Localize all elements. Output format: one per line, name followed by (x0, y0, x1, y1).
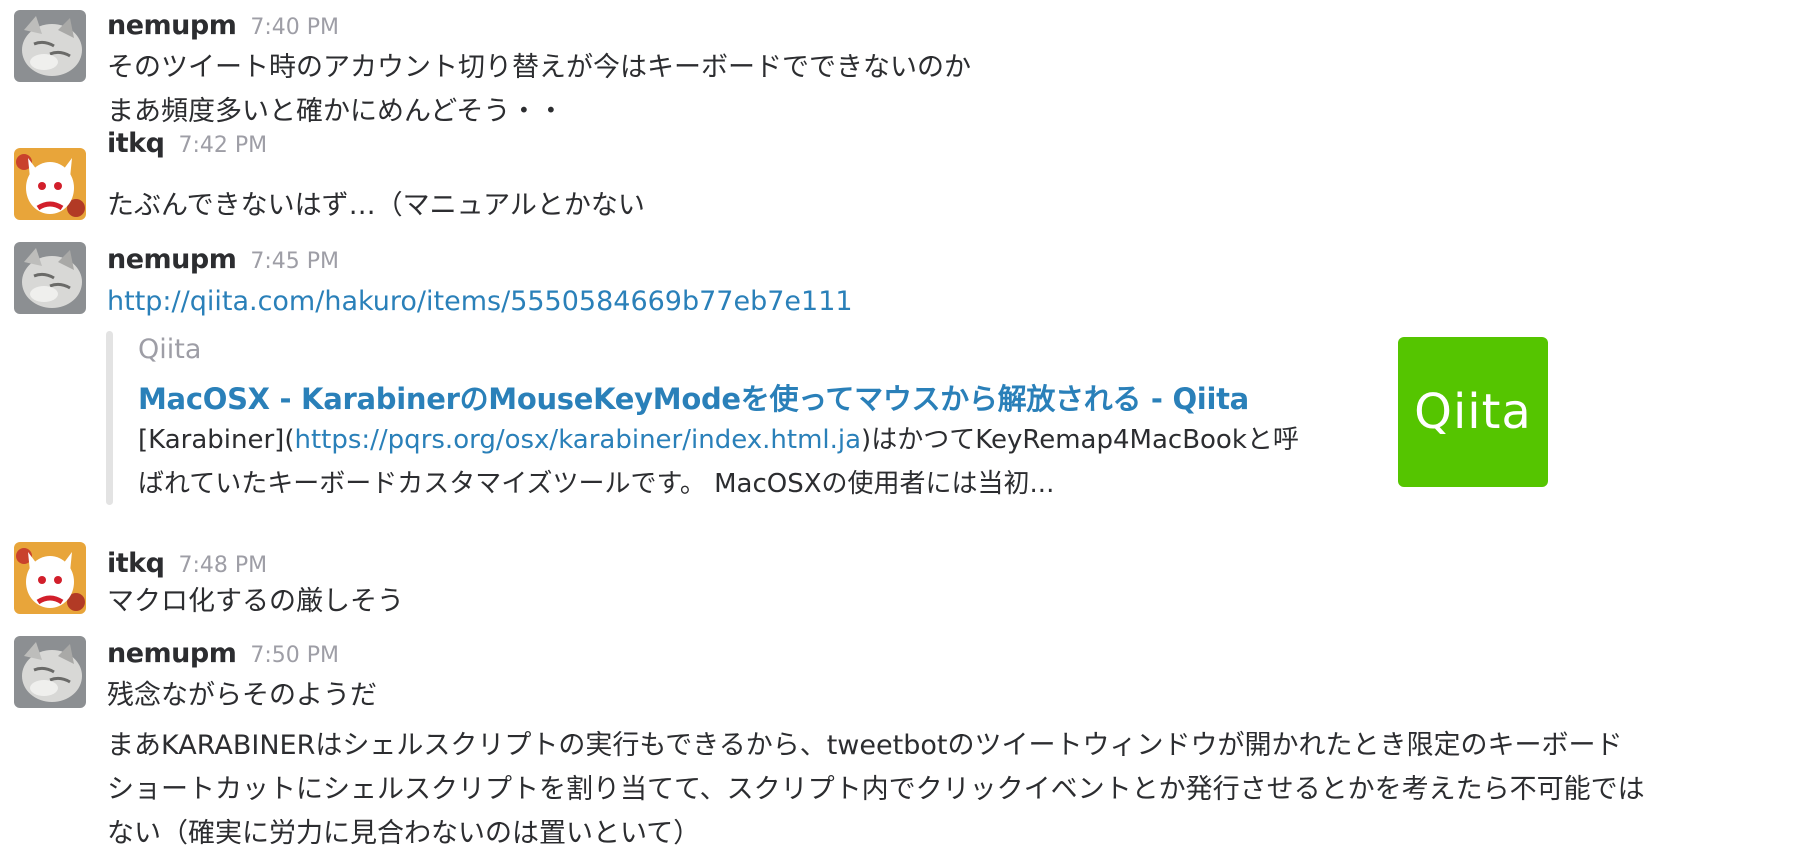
username[interactable]: itkq (107, 128, 165, 159)
message-text: ショートカットにシェルスクリプトを割り当てて、スクリプト内でクリックイベントとか… (107, 774, 1645, 805)
attachment-bar (106, 331, 113, 505)
attachment-title-link[interactable]: MacOSX - KarabinerのMouseKeyModeを使ってマウスから… (138, 376, 1249, 418)
message-header: itkq 7:48 PM (107, 548, 267, 584)
message-header: nemupm 7:40 PM (107, 10, 339, 46)
message-text: ない（確実に労力に見合わないのは置いといて） (107, 818, 701, 849)
cat-avatar-icon (14, 636, 86, 708)
timestamp[interactable]: 7:50 PM (250, 643, 339, 668)
cat-avatar-icon (14, 10, 86, 82)
message-text: マクロ化するの厳しそう (107, 586, 404, 617)
message-text: たぶんできないはず…（マニュアルとかない (107, 190, 645, 221)
attachment-text: )はかつてKeyRemap4MacBookと呼 (861, 425, 1299, 455)
message-header: itkq 7:42 PM (107, 128, 267, 164)
attachment-thumbnail[interactable]: Qiita (1398, 337, 1548, 487)
message-text: そのツイート時のアカウント切り替えが今はキーボードでできないのか (107, 52, 971, 83)
attachment-text: [Karabiner]( (138, 425, 295, 455)
kyubey-avatar-icon (14, 542, 86, 614)
kyubey-avatar-icon (14, 148, 86, 220)
message-text: まあKARABINERはシェルスクリプトの実行もできるから、tweetbotのツ… (107, 730, 1623, 761)
timestamp[interactable]: 7:40 PM (250, 15, 339, 40)
username[interactable]: nemupm (107, 244, 237, 275)
message-text: 残念ながらそのようだ (107, 680, 377, 711)
attachment-service-name[interactable]: Qiita (138, 334, 201, 365)
attachment-description: [Karabiner](https://pqrs.org/osx/karabin… (138, 418, 1299, 462)
attachment-inline-link[interactable]: https://pqrs.org/osx/karabiner/index.htm… (294, 425, 861, 455)
username[interactable]: nemupm (107, 10, 237, 41)
user-avatar-nemupm[interactable] (14, 10, 86, 82)
message-header: nemupm 7:45 PM (107, 244, 339, 280)
qiita-logo: Qiita (1414, 384, 1532, 440)
message-header: nemupm 7:50 PM (107, 638, 339, 674)
timestamp[interactable]: 7:45 PM (250, 249, 339, 274)
timestamp[interactable]: 7:42 PM (178, 133, 267, 158)
user-avatar-itkq[interactable] (14, 148, 86, 220)
attachment-text: ばれていたキーボードカスタマイズツールです。 MacOSXの使用者には当初... (138, 469, 1055, 499)
message-link-line: http://qiita.com/hakuro/items/5550584669… (107, 280, 853, 324)
username[interactable]: itkq (107, 548, 165, 579)
username[interactable]: nemupm (107, 638, 237, 669)
cat-avatar-icon (14, 242, 86, 314)
user-avatar-nemupm[interactable] (14, 242, 86, 314)
user-avatar-nemupm[interactable] (14, 636, 86, 708)
message-url-link[interactable]: http://qiita.com/hakuro/items/5550584669… (107, 286, 853, 317)
timestamp[interactable]: 7:48 PM (178, 553, 267, 578)
user-avatar-itkq[interactable] (14, 542, 86, 614)
